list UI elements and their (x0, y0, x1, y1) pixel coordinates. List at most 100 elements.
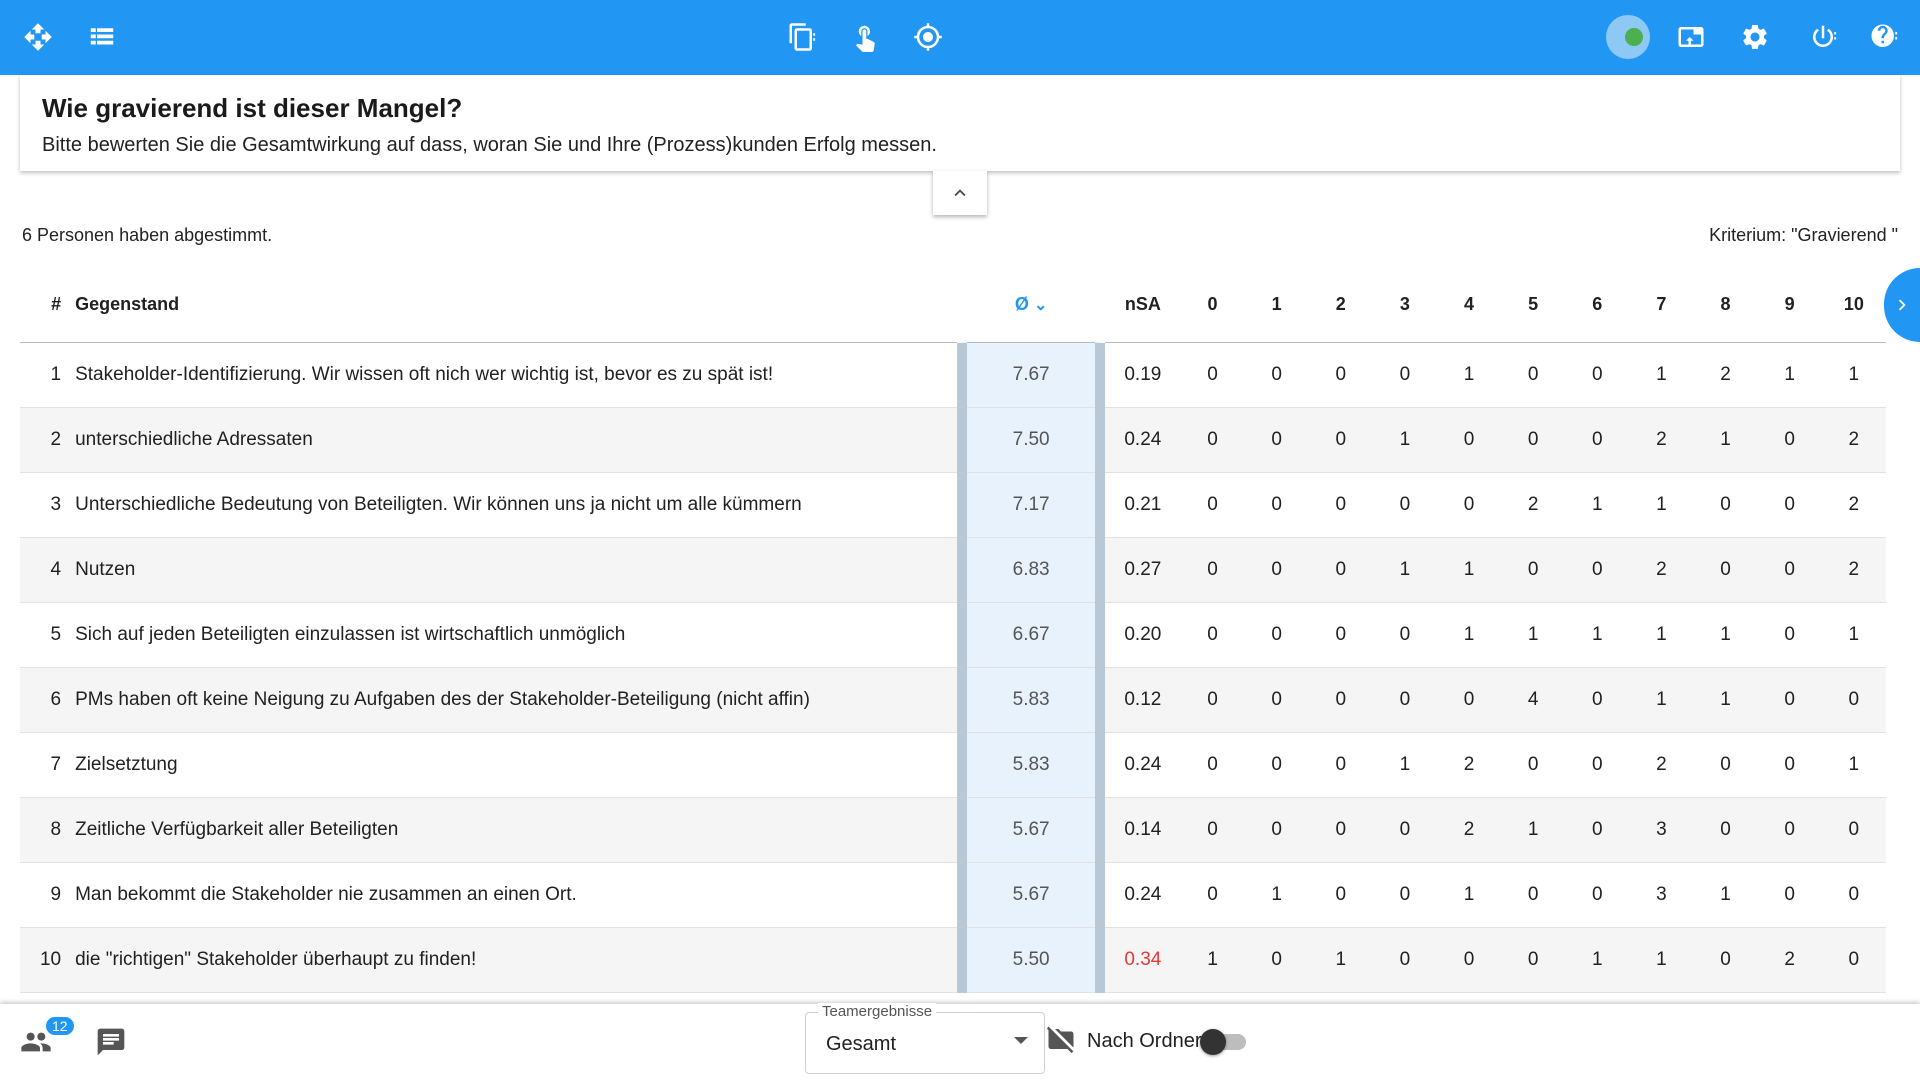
settings-icon[interactable] (1735, 17, 1775, 57)
pointer-hand-icon[interactable] (845, 17, 885, 57)
sort-desc-icon: ⌄ (1033, 297, 1048, 315)
row-count-6: 0 (1565, 407, 1630, 473)
table-row[interactable]: 3 Unterschiedliche Bedeutung von Beteilig… (20, 472, 1886, 538)
chevron-up-icon (954, 189, 966, 197)
criterion-text: Kriterium: "Gravierend " (1709, 225, 1898, 245)
row-item-text: Zeitliche Verfügbarkeit aller Beteiligte… (75, 797, 962, 863)
table-row[interactable]: 4 Nutzen 6.83 0.27 0 0 0 1 1 0 0 2 0 0 2 (20, 537, 1886, 603)
table-row[interactable]: 10 die "richtigen" Stakeholder überhaupt … (20, 927, 1886, 993)
row-count-0: 0 (1180, 667, 1245, 733)
row-count-7: 3 (1629, 862, 1694, 928)
row-count-2: 0 (1308, 862, 1373, 928)
header-average-sort[interactable]: Ø ⌄ (962, 268, 1101, 343)
row-count-0: 0 (1180, 862, 1245, 928)
toggle-knob (1200, 1029, 1226, 1055)
table-row[interactable]: 7 Zielsetztung 5.83 0.24 0 0 0 1 2 0 0 2 0 0 1 (20, 732, 1886, 798)
row-count-4: 1 (1436, 862, 1502, 928)
team-results-select[interactable]: Teamergebnisse Gesamt (805, 1003, 1045, 1074)
row-index: 6 (20, 667, 76, 733)
row-count-5: 0 (1501, 732, 1566, 798)
row-nsa: 0.34 (1100, 927, 1181, 993)
row-count-8: 2 (1693, 342, 1758, 408)
header-scale-2: 2 (1308, 268, 1373, 343)
row-count-6: 1 (1565, 927, 1630, 993)
header-scale-5: 5 (1501, 268, 1566, 343)
row-average: 7.50 (956, 407, 1106, 473)
row-count-4: 2 (1436, 732, 1502, 798)
row-count-8: 0 (1693, 797, 1758, 863)
row-average: 5.83 (956, 732, 1106, 798)
row-count-7: 2 (1629, 407, 1694, 473)
row-count-10: 2 (1821, 537, 1886, 603)
row-count-5: 1 (1501, 602, 1566, 668)
row-count-10: 2 (1821, 407, 1886, 473)
dropdown-caret-icon (1014, 1037, 1028, 1044)
row-count-2: 0 (1308, 537, 1373, 603)
row-count-2: 0 (1308, 667, 1373, 733)
table-row[interactable]: 1 Stakeholder-Identifizierung. Wir wissen… (20, 342, 1886, 408)
table-row[interactable]: 2 unterschiedliche Adressaten 7.50 0.24 0 0 0 1… (20, 407, 1886, 473)
table-row[interactable]: 9 Man bekommt die Stakeholder nie zusamme… (20, 862, 1886, 928)
export-icon[interactable] (1671, 17, 1711, 57)
row-count-5: 1 (1501, 797, 1566, 863)
help-icon[interactable] (1864, 17, 1904, 57)
row-item-text: Man bekommt die Stakeholder nie zusammen… (75, 862, 962, 928)
row-count-9: 0 (1757, 407, 1822, 473)
row-count-4: 2 (1436, 797, 1502, 863)
row-count-6: 0 (1565, 667, 1630, 733)
table-row[interactable]: 8 Zeitliche Verfügbarkeit aller Beteiligt… (20, 797, 1886, 863)
row-count-10: 0 (1821, 927, 1886, 993)
power-icon[interactable] (1803, 17, 1843, 57)
table-row[interactable]: 6 PMs haben oft keine Neigung zu Aufgaben… (20, 667, 1886, 733)
row-count-7: 2 (1629, 537, 1694, 603)
row-count-3: 0 (1372, 927, 1437, 993)
list-icon[interactable] (82, 17, 122, 57)
scroll-right-button[interactable] (1884, 268, 1920, 342)
row-count-0: 0 (1180, 537, 1245, 603)
row-count-7: 1 (1629, 667, 1694, 733)
collapse-question-button[interactable] (933, 171, 987, 215)
row-index: 2 (20, 407, 76, 473)
question-title: Wie gravierend ist dieser Mangel? (42, 93, 463, 123)
row-item-text: PMs haben oft keine Neigung zu Aufgaben … (75, 667, 962, 733)
row-count-3: 0 (1372, 667, 1437, 733)
copy-icon[interactable] (782, 17, 822, 57)
header-scale-0: 0 (1180, 268, 1245, 343)
votes-count-text: 6 Personen haben abgestimmt. (22, 225, 273, 245)
connection-status-icon (1606, 15, 1650, 59)
row-count-6: 0 (1565, 862, 1630, 928)
row-count-4: 1 (1436, 537, 1502, 603)
row-index: 4 (20, 537, 76, 603)
row-count-10: 1 (1821, 732, 1886, 798)
team-results-label: Teamergebnisse (818, 1003, 937, 1020)
target-icon[interactable] (908, 17, 948, 57)
row-count-6: 0 (1565, 797, 1630, 863)
row-average: 7.17 (956, 472, 1106, 538)
table-row[interactable]: 5 Sich auf jeden Beteiligten einzulassen … (20, 602, 1886, 668)
row-count-3: 0 (1372, 862, 1437, 928)
row-count-8: 1 (1693, 407, 1758, 473)
row-average: 5.50 (956, 927, 1106, 993)
row-nsa: 0.24 (1100, 862, 1181, 928)
header-scale-6: 6 (1565, 268, 1630, 343)
header-scale-1: 1 (1244, 268, 1309, 343)
row-count-8: 1 (1693, 862, 1758, 928)
by-folder-toggle[interactable] (1200, 1029, 1248, 1055)
row-item-text: Nutzen (75, 537, 962, 603)
row-count-10: 0 (1821, 667, 1886, 733)
row-average: 6.67 (956, 602, 1106, 668)
row-count-7: 1 (1629, 342, 1694, 408)
row-count-9: 0 (1757, 472, 1822, 538)
row-count-9: 0 (1757, 667, 1822, 733)
row-count-4: 1 (1436, 602, 1502, 668)
row-count-1: 0 (1244, 732, 1309, 798)
row-item-text: die "richtigen" Stakeholder überhaupt zu… (75, 927, 962, 993)
chat-button[interactable] (95, 1026, 131, 1062)
row-count-2: 0 (1308, 407, 1373, 473)
move-arrows-icon[interactable] (18, 17, 58, 57)
row-count-2: 1 (1308, 927, 1373, 993)
row-count-6: 1 (1565, 602, 1630, 668)
row-count-0: 0 (1180, 342, 1245, 408)
chevron-right-icon (1898, 299, 1906, 311)
row-nsa: 0.19 (1100, 342, 1181, 408)
